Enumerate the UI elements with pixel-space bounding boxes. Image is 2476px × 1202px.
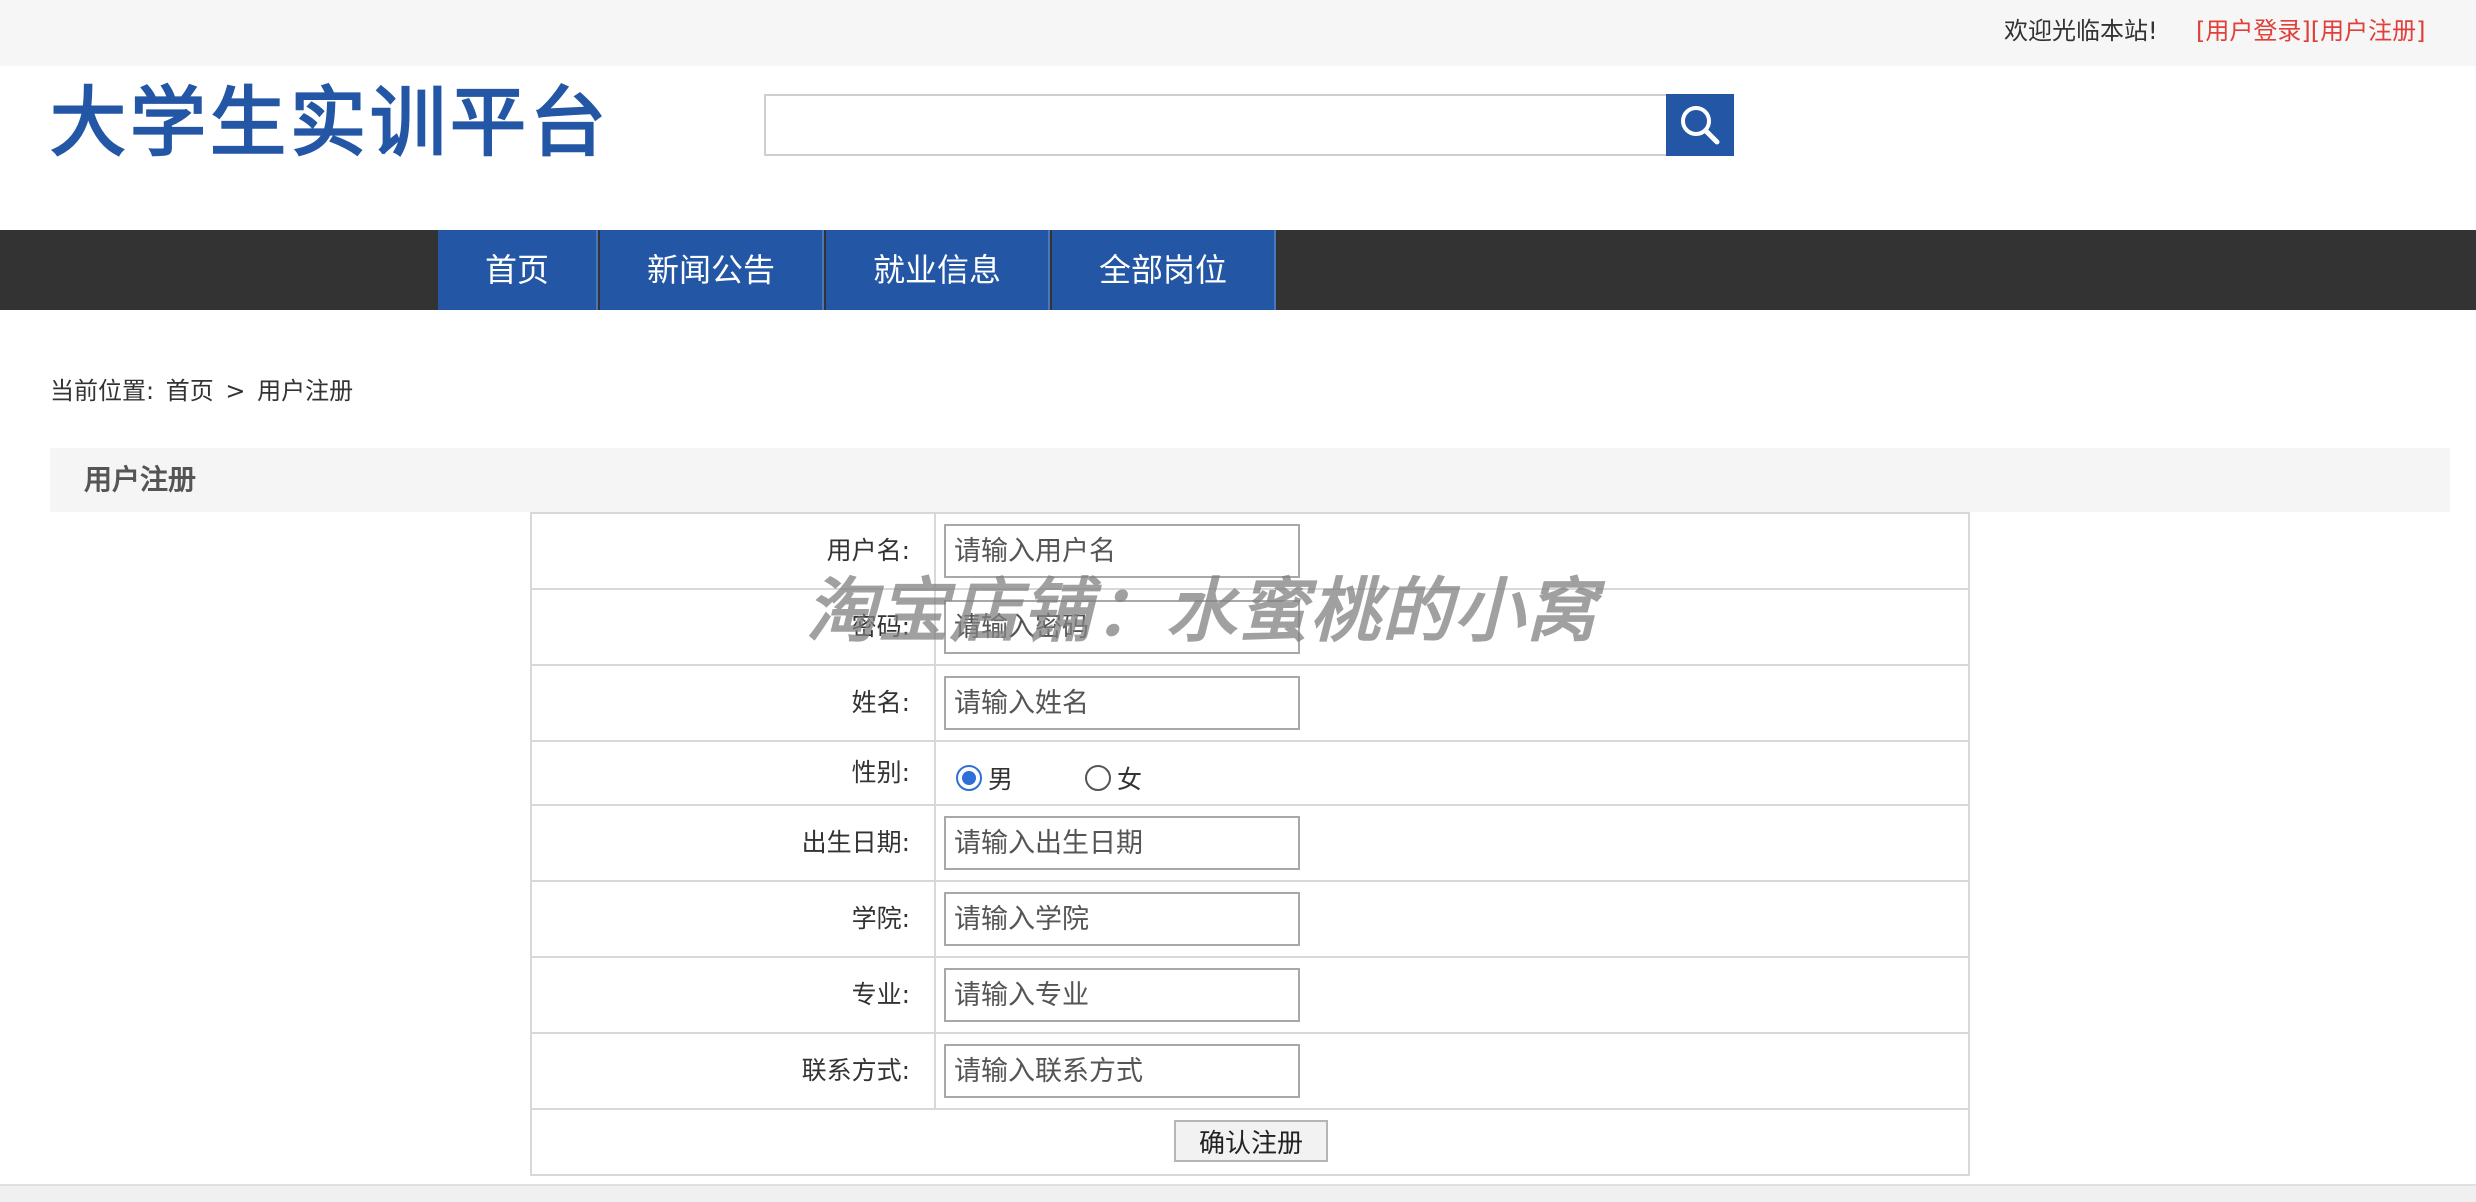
form-row-birthdate: 出生日期: <box>532 806 1968 882</box>
nav-item-employment[interactable]: 就业信息 <box>826 230 1050 310</box>
breadcrumb-separator: > <box>225 377 246 405</box>
password-label: 密码: <box>532 590 936 664</box>
form-row-major: 专业: <box>532 958 1968 1034</box>
form-row-contact: 联系方式: <box>532 1034 1968 1110</box>
site-logo: 大学生实训平台 <box>50 78 610 167</box>
nav-item-positions[interactable]: 全部岗位 <box>1052 230 1276 310</box>
gender-female-radio[interactable] <box>1084 765 1111 791</box>
auth-links: [用户登录][用户注册] <box>2196 14 2425 48</box>
password-input[interactable] <box>944 600 1300 654</box>
breadcrumb-prefix: 当前位置: <box>50 377 155 405</box>
form-row-college: 学院: <box>532 882 1968 958</box>
nav-item-home[interactable]: 首页 <box>438 230 598 310</box>
gender-male-radio[interactable] <box>956 765 982 791</box>
username-label: 用户名: <box>532 514 936 588</box>
section-header: 用户注册 <box>50 448 2450 512</box>
form-row-name: 姓名: <box>532 666 1968 742</box>
gender-female-label: 女 <box>1116 765 1142 794</box>
gender-male-label: 男 <box>988 765 1014 794</box>
birthdate-input[interactable] <box>944 816 1300 870</box>
form-row-submit: 确认注册 <box>532 1110 1968 1176</box>
nav-item-news[interactable]: 新闻公告 <box>600 230 824 310</box>
registration-form: 用户名: 密码: 姓名: 性别: 男 女 出生日期: 学院: 专业: 联系方式:… <box>530 512 1970 1176</box>
major-input[interactable] <box>944 968 1300 1022</box>
search-icon <box>1681 106 1720 145</box>
college-input[interactable] <box>944 892 1300 946</box>
form-row-gender: 性别: 男 女 <box>532 742 1968 806</box>
register-link[interactable]: [用户注册] <box>2311 17 2426 45</box>
contact-input[interactable] <box>944 1044 1300 1098</box>
search-input[interactable] <box>764 94 1668 156</box>
submit-button[interactable]: 确认注册 <box>1174 1120 1328 1162</box>
section-title: 用户注册 <box>84 463 197 496</box>
breadcrumb: 当前位置: 首页 > 用户注册 <box>50 374 357 408</box>
form-row-username: 用户名: <box>532 514 1968 590</box>
gender-label: 性别: <box>532 742 936 804</box>
welcome-text: 欢迎光临本站! <box>2004 17 2158 45</box>
top-bar: 欢迎光临本站! [用户登录][用户注册] <box>0 0 2476 66</box>
search-button[interactable] <box>1666 94 1734 156</box>
name-label: 姓名: <box>532 666 936 740</box>
breadcrumb-home[interactable]: 首页 <box>166 377 214 405</box>
main-nav: 首页 新闻公告 就业信息 全部岗位 <box>0 230 2476 310</box>
breadcrumb-current: 用户注册 <box>257 377 354 405</box>
birthdate-label: 出生日期: <box>532 806 936 880</box>
login-link[interactable]: [用户登录] <box>2196 17 2311 45</box>
gender-radio-group: 男 女 <box>956 760 1206 796</box>
major-label: 专业: <box>532 958 936 1032</box>
username-input[interactable] <box>944 524 1300 578</box>
footer-strip <box>0 1184 2476 1202</box>
name-input[interactable] <box>944 676 1300 730</box>
form-row-password: 密码: <box>532 590 1968 666</box>
college-label: 学院: <box>532 882 936 956</box>
contact-label: 联系方式: <box>532 1034 936 1108</box>
